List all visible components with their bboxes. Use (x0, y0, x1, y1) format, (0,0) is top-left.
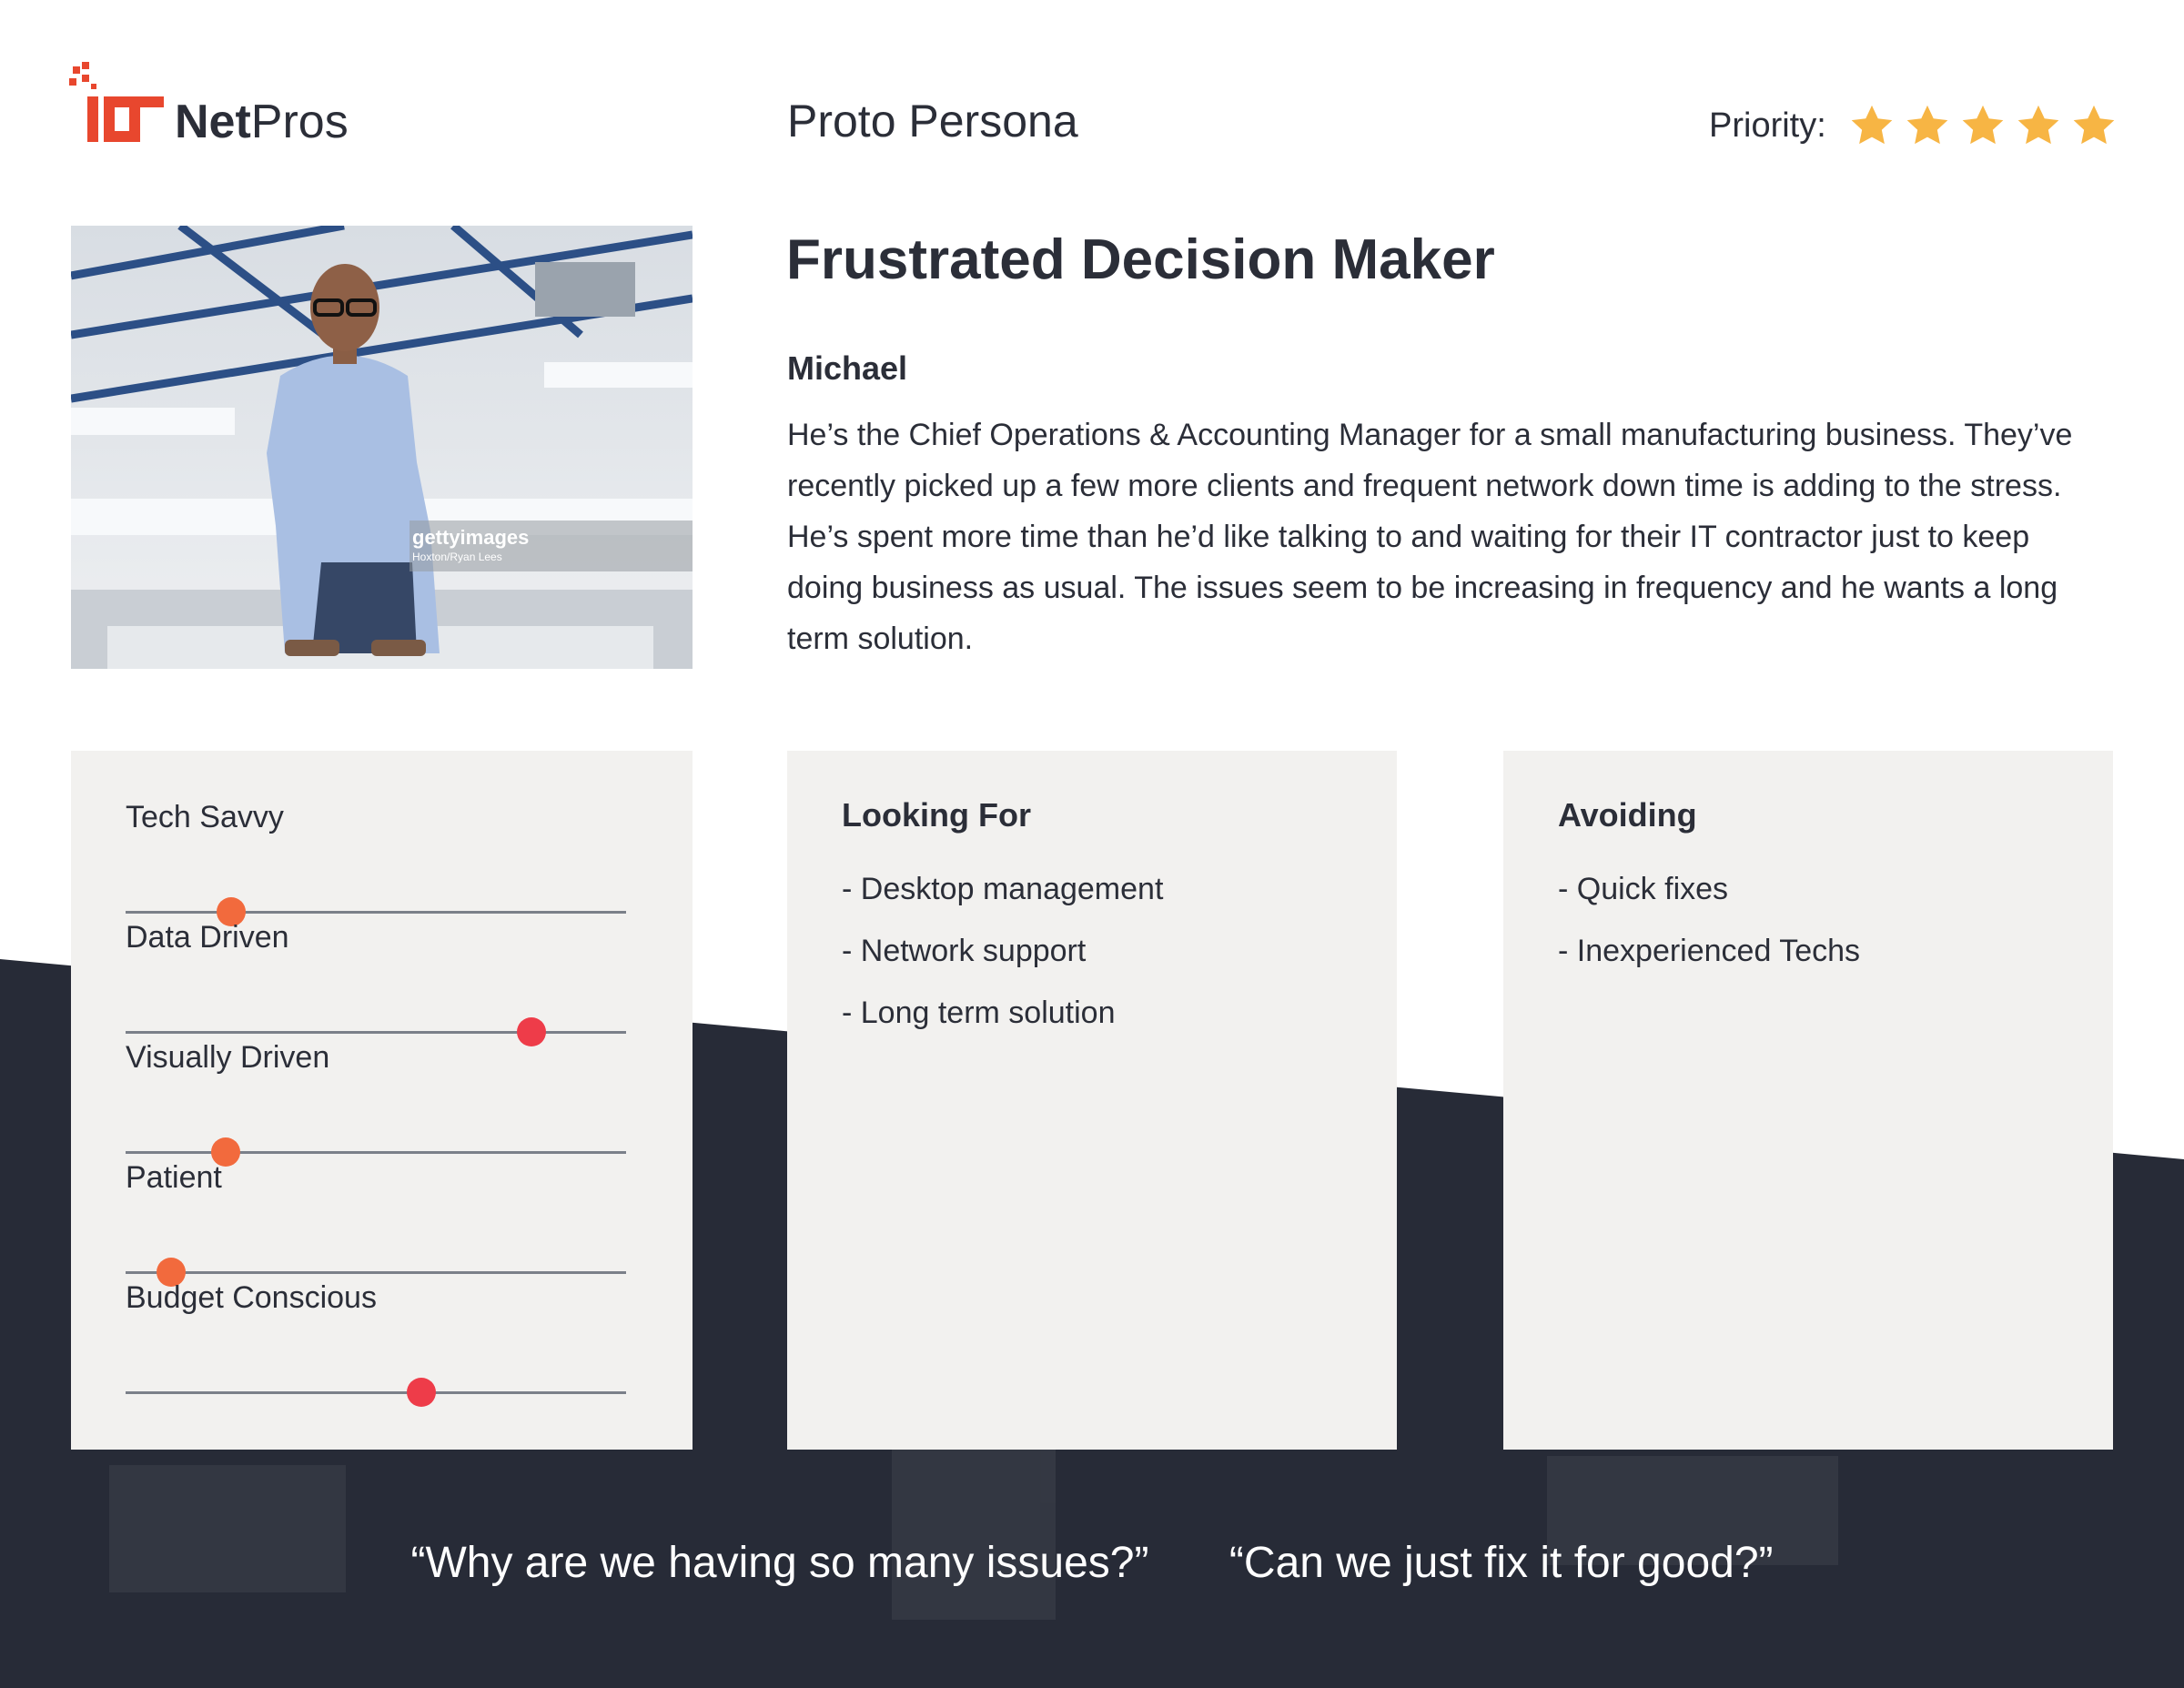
page-title: Proto Persona (787, 96, 1078, 147)
watermark-brand: gettyimages (412, 526, 530, 549)
persona-title: Frustrated Decision Maker (786, 228, 1495, 291)
slider-track (126, 1378, 626, 1407)
trait-label: Data Driven (126, 920, 289, 955)
watermark-credit: Hoxton/Ryan Lees (412, 551, 502, 563)
star-icon (2073, 105, 2115, 145)
star-icon (1906, 105, 1948, 145)
brand-name-light: Pros (250, 96, 349, 148)
trait-slider: Tech Savvy (126, 800, 626, 926)
star-icon (2017, 105, 2059, 145)
trait-label: Budget Conscious (126, 1280, 377, 1315)
avoiding-heading: Avoiding (1558, 796, 1697, 834)
brand-name: NetPros (175, 95, 349, 149)
looking-for-card: Looking For - Desktop management - Netwo… (787, 751, 1397, 1450)
list-item: - Desktop management (842, 872, 1164, 906)
persona-photo-illustration (71, 226, 693, 669)
persona-description: He’s the Chief Operations & Accounting M… (787, 418, 2073, 656)
priority-stars (1848, 102, 2126, 149)
trait-label: Visually Driven (126, 1040, 330, 1075)
slider-track (126, 897, 626, 926)
list-item: - Long term solution (842, 996, 1116, 1030)
trait-label: Patient (126, 1160, 222, 1195)
netpros-logo[interactable]: NetPros (69, 62, 360, 148)
avoiding-card: Avoiding - Quick fixes - Inexperienced T… (1503, 751, 2113, 1450)
quote-1: “Why are we having so many issues?” (410, 1539, 1149, 1587)
quote-2: “Can we just fix it for good?” (1228, 1539, 1774, 1587)
trait-label: Tech Savvy (126, 800, 284, 834)
persona-quotes: “Why are we having so many issues?” “Can… (0, 1538, 2184, 1588)
brand-name-bold: Net (175, 96, 251, 148)
traits-card: Tech Savvy Data Driven Visually Driven Pati… (71, 751, 693, 1450)
trait-slider: Visually Driven (126, 1040, 626, 1167)
looking-for-list: - Desktop management - Network support -… (842, 858, 1163, 1044)
persona-photo: gettyimages Hoxton/Ryan Lees (71, 226, 693, 669)
slider-track (126, 1017, 626, 1046)
list-item: - Inexperienced Techs (1558, 934, 1861, 968)
star-icon (1962, 105, 2004, 145)
looking-for-heading: Looking For (842, 796, 1031, 834)
slider-track (126, 1137, 626, 1167)
list-item: - Quick fixes (1558, 872, 1729, 906)
priority-label: Priority: (1709, 106, 1826, 145)
avoiding-list: - Quick fixes - Inexperienced Techs (1558, 858, 1860, 982)
slider-knob (406, 1378, 436, 1407)
trait-slider: Budget Conscious (126, 1280, 626, 1407)
list-item: - Network support (842, 934, 1087, 968)
it-pixel-logo-icon (69, 62, 164, 142)
trait-slider: Data Driven (126, 920, 626, 1046)
priority-rating: Priority: (1709, 102, 2126, 149)
trait-slider: Patient (126, 1160, 626, 1287)
persona-name: Michael (787, 349, 908, 387)
star-icon (1851, 105, 1893, 145)
slider-track (126, 1258, 626, 1287)
